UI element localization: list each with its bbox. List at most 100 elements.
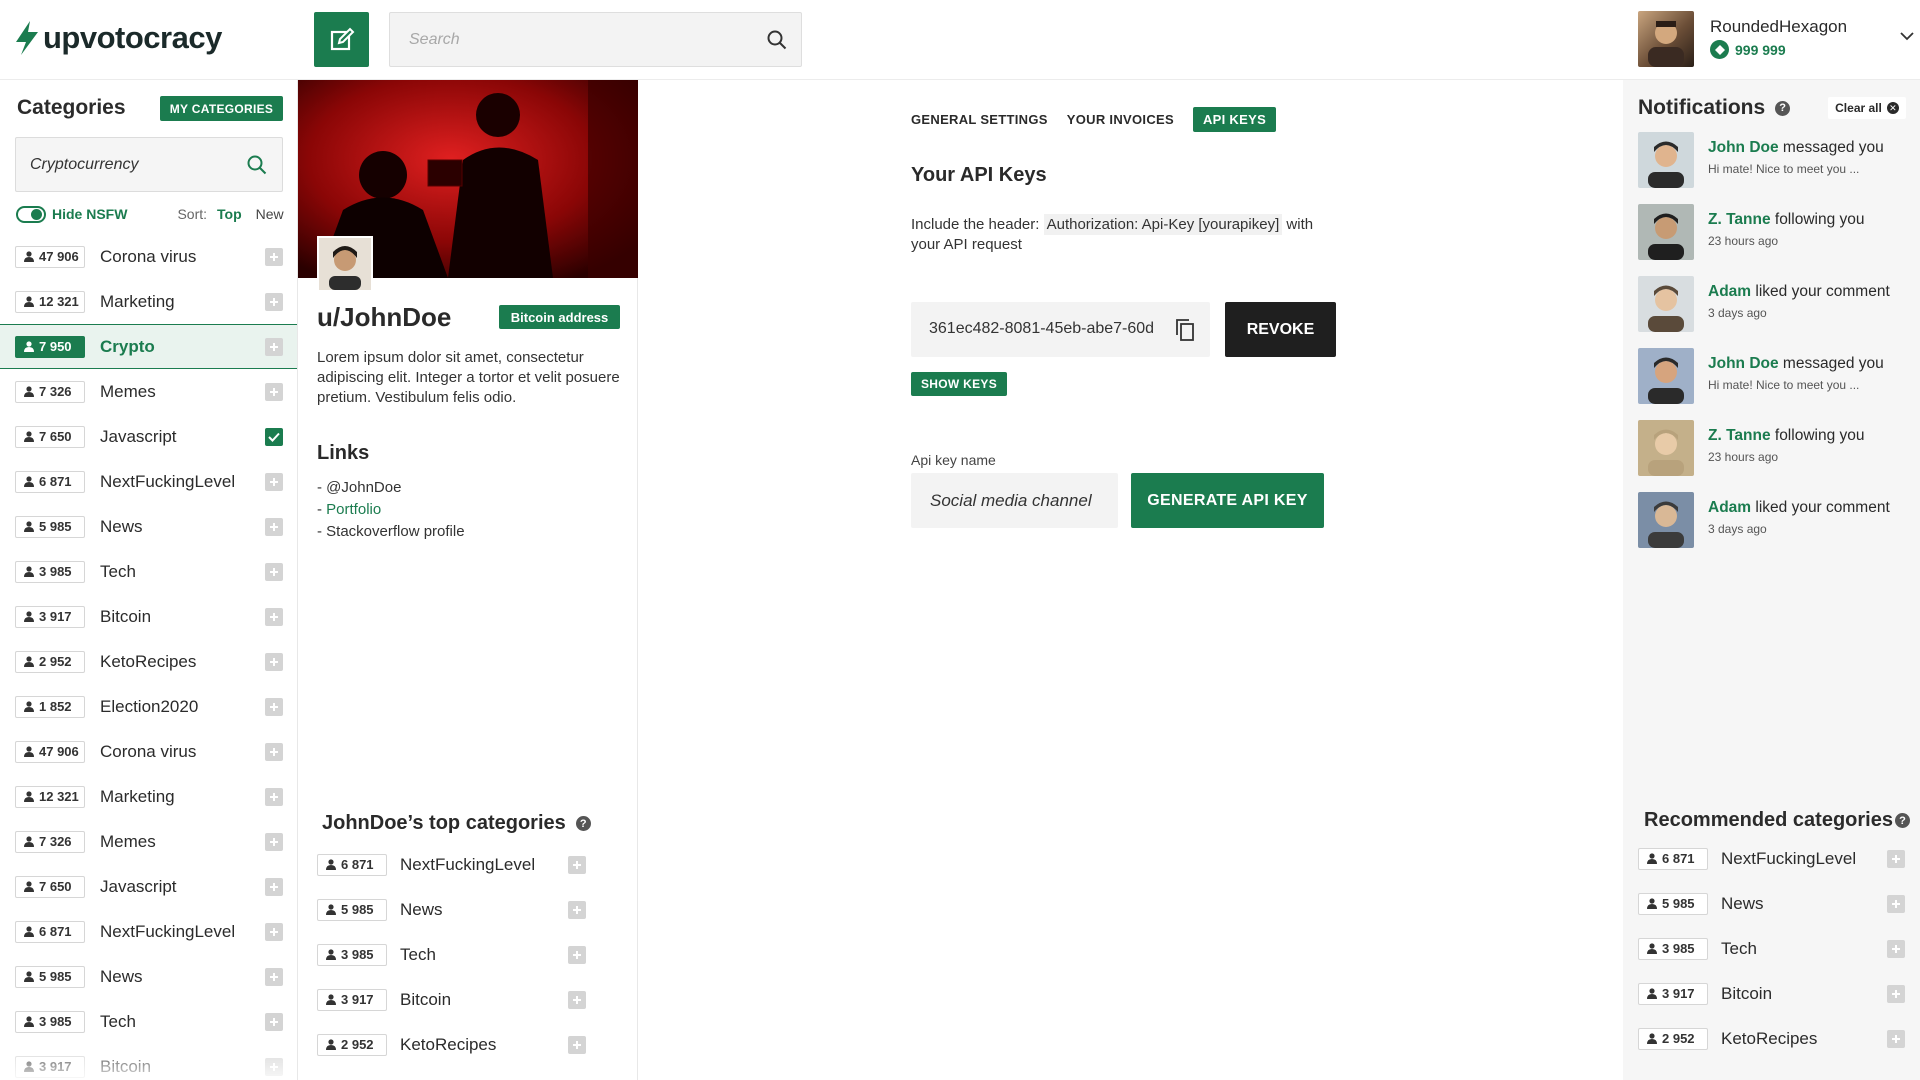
add-category-icon[interactable] (265, 382, 283, 401)
category-name[interactable]: NextFuckingLevel (400, 855, 535, 875)
category-row[interactable]: 47 906 Corona virus (0, 729, 297, 774)
add-category-icon[interactable] (265, 742, 283, 761)
add-category-icon[interactable] (265, 1012, 283, 1031)
clear-all-button[interactable]: Clear all ✕ (1828, 97, 1906, 119)
sort-new-option[interactable]: New (256, 206, 284, 222)
api-key-name-input[interactable] (911, 473, 1118, 528)
category-name[interactable]: News (1721, 894, 1764, 914)
add-category-icon[interactable] (1887, 894, 1905, 913)
category-row[interactable]: 5 985 News (0, 504, 297, 549)
hide-nsfw-toggle[interactable] (16, 205, 46, 223)
help-icon[interactable]: ? (575, 816, 591, 831)
add-category-icon[interactable] (265, 787, 283, 806)
category-row[interactable]: 3 917 Bitcoin (0, 594, 297, 639)
add-category-icon[interactable] (265, 922, 283, 941)
category-search-input[interactable] (16, 138, 282, 191)
category-row[interactable]: 7 326 Memes (0, 369, 297, 414)
category-name[interactable]: News (400, 900, 443, 920)
category-row[interactable]: 12 321 Marketing (0, 279, 297, 324)
category-name[interactable]: Marketing (100, 787, 175, 807)
copy-icon[interactable] (1176, 319, 1194, 341)
add-category-icon[interactable] (265, 967, 283, 986)
link-text[interactable]: Stackoverflow profile (326, 523, 464, 540)
category-name[interactable]: Bitcoin (400, 990, 451, 1010)
add-category-icon[interactable] (265, 517, 283, 536)
category-row[interactable]: 7 326 Memes (0, 819, 297, 864)
category-row[interactable]: 6 871 NextFuckingLevel (1623, 836, 1920, 881)
category-row[interactable]: 2 952 KetoRecipes (1623, 1016, 1920, 1061)
category-row[interactable]: 7 950 Crypto (0, 324, 297, 369)
notification-item[interactable]: Adam liked your comment 3 days ago (1623, 276, 1920, 348)
category-name[interactable]: Memes (100, 382, 156, 402)
category-row[interactable]: 2 952 KetoRecipes (0, 639, 297, 684)
notification-item[interactable]: John Doe messaged you Hi mate! Nice to me… (1623, 132, 1920, 204)
category-name[interactable]: Corona virus (100, 247, 196, 267)
compose-post-button[interactable] (314, 12, 369, 67)
add-category-icon[interactable] (265, 607, 283, 626)
add-category-icon[interactable] (265, 472, 283, 491)
category-row[interactable]: 47 906 Corona virus (0, 234, 297, 279)
add-category-icon[interactable] (265, 832, 283, 851)
link-text[interactable]: @JohnDoe (326, 479, 401, 496)
add-category-icon[interactable] (265, 652, 283, 671)
category-name[interactable]: NextFuckingLevel (1721, 849, 1856, 869)
link-text[interactable]: Portfolio (326, 501, 381, 518)
notification-user[interactable]: Adam (1708, 499, 1751, 516)
category-row[interactable]: 3 985 Tech (298, 932, 638, 977)
category-name[interactable]: Tech (400, 945, 436, 965)
add-category-icon[interactable] (265, 247, 283, 266)
help-icon[interactable]: ? (1775, 100, 1791, 116)
category-name[interactable]: Memes (100, 832, 156, 852)
category-row[interactable]: 7 650 Javascript (0, 414, 297, 459)
search-icon[interactable] (247, 155, 267, 175)
category-name[interactable]: Tech (100, 562, 136, 582)
category-name[interactable]: Election2020 (100, 697, 198, 717)
add-category-icon[interactable] (265, 877, 283, 896)
profile-link[interactable]: - Stackoverflow profile (317, 521, 465, 543)
category-name[interactable]: News (100, 517, 143, 537)
show-keys-button[interactable]: SHOW KEYS (911, 372, 1007, 396)
category-row[interactable]: 3 917 Bitcoin (1623, 971, 1920, 1016)
checkbox-checked-icon[interactable] (265, 427, 283, 446)
notification-user[interactable]: John Doe (1708, 355, 1779, 372)
category-name[interactable]: KetoRecipes (400, 1035, 496, 1055)
user-menu[interactable]: RoundedHexagon 999 999 (1638, 11, 1918, 67)
category-row[interactable]: 2 952 KetoRecipes (298, 1022, 638, 1067)
help-icon[interactable]: ? (1894, 813, 1910, 828)
category-row[interactable]: 3 985 Tech (0, 999, 297, 1044)
category-row[interactable]: 5 985 News (1623, 881, 1920, 926)
category-name[interactable]: KetoRecipes (100, 652, 196, 672)
category-row[interactable]: 5 985 News (298, 887, 638, 932)
sort-top-option[interactable]: Top (217, 206, 242, 222)
category-name[interactable]: Tech (1721, 939, 1757, 959)
category-row[interactable]: 3 985 Tech (1623, 926, 1920, 971)
add-category-icon[interactable] (1887, 984, 1905, 1003)
add-category-icon[interactable] (265, 562, 283, 581)
category-row[interactable]: 6 871 NextFuckingLevel (298, 842, 638, 887)
logo[interactable]: upvotocracy (15, 20, 222, 56)
category-name[interactable]: Bitcoin (100, 607, 151, 627)
add-category-icon[interactable] (1887, 1029, 1905, 1048)
bitcoin-address-button[interactable]: Bitcoin address (499, 305, 620, 329)
add-category-icon[interactable] (568, 900, 586, 919)
settings-tab[interactable]: GENERAL SETTINGS (911, 112, 1048, 127)
category-row[interactable]: 12 321 Marketing (0, 774, 297, 819)
add-category-icon[interactable] (568, 990, 586, 1009)
category-row[interactable]: 5 985 News (0, 954, 297, 999)
notification-user[interactable]: John Doe (1708, 139, 1779, 156)
category-name[interactable]: Bitcoin (1721, 984, 1772, 1004)
category-name[interactable]: NextFuckingLevel (100, 472, 235, 492)
profile-link[interactable]: - @JohnDoe (317, 477, 465, 499)
notification-user[interactable]: Z. Tanne (1708, 211, 1771, 228)
category-row[interactable]: 6 871 NextFuckingLevel (0, 909, 297, 954)
search-icon[interactable] (767, 30, 787, 50)
category-name[interactable]: Javascript (100, 877, 177, 897)
chevron-down-icon[interactable] (1900, 31, 1914, 41)
add-category-icon[interactable] (265, 697, 283, 716)
search-input[interactable] (390, 13, 801, 66)
notification-user[interactable]: Z. Tanne (1708, 427, 1771, 444)
category-name[interactable]: Marketing (100, 292, 175, 312)
category-name[interactable]: Crypto (100, 337, 155, 357)
add-category-icon[interactable] (265, 337, 283, 356)
category-name[interactable]: Corona virus (100, 742, 196, 762)
